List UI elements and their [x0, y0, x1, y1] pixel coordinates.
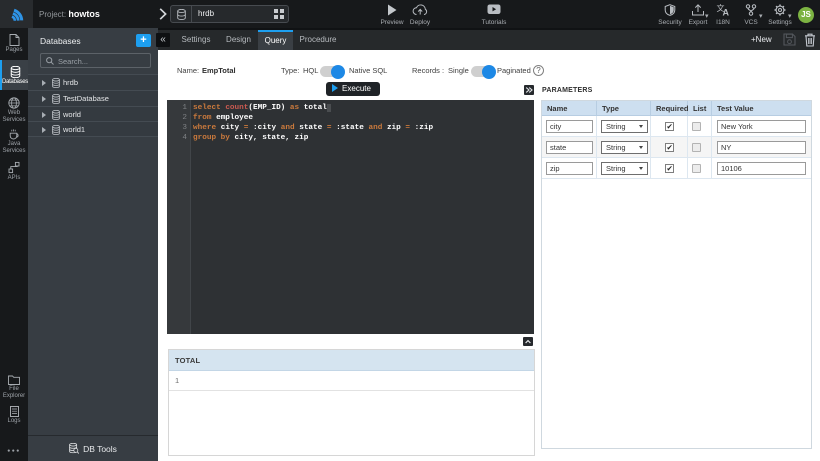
svg-text:A: A [723, 8, 730, 17]
